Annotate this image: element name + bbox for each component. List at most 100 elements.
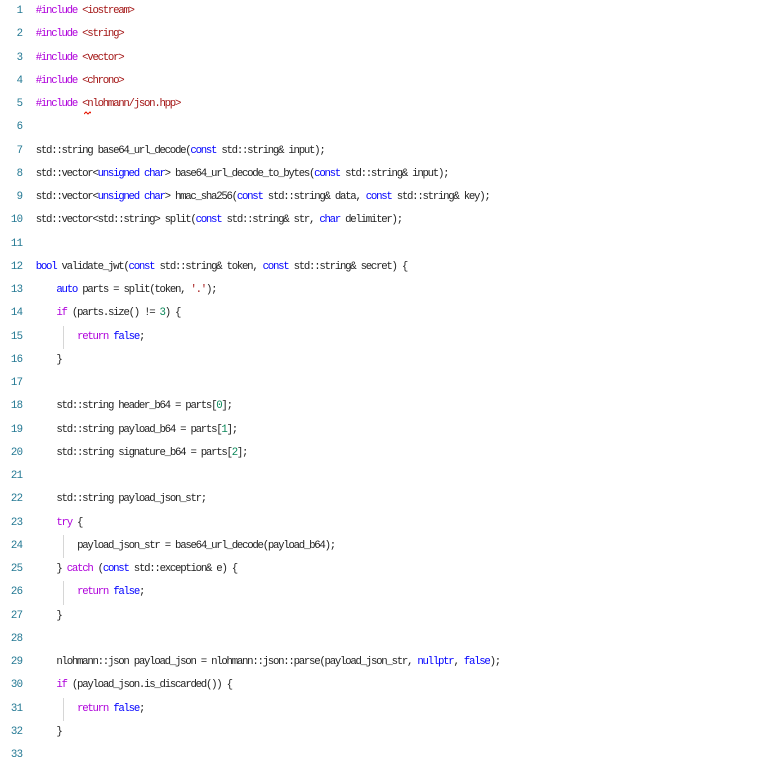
- line-number: 26: [10, 586, 23, 599]
- code-token: <iostream>: [82, 5, 135, 17]
- code-token: std::string& input);: [216, 144, 325, 157]
- code-token: }: [56, 609, 62, 622]
- code-line[interactable]: 30 if (payload_json.is_discarded()) {: [0, 674, 722, 697]
- code-line[interactable]: 10 std::vector<std::string> split(const s…: [0, 209, 722, 232]
- code-line[interactable]: 17: [0, 372, 722, 395]
- code-token: #include: [35, 98, 83, 110]
- line-number: 3: [16, 51, 23, 64]
- code-token: std::string& secret) {: [288, 260, 409, 273]
- code-line[interactable]: 18 std::string header_b64 = parts[0];: [0, 395, 722, 418]
- indent-guide: [63, 534, 64, 558]
- line-number: 12: [10, 260, 23, 273]
- code-token: #include: [35, 5, 83, 17]
- error-squiggle: [84, 111, 91, 115]
- line-number: 11: [10, 237, 23, 250]
- code-token: if: [56, 307, 68, 320]
- code-text: }: [56, 349, 62, 372]
- code-line[interactable]: 15 return false;: [0, 326, 722, 349]
- code-token: false: [113, 702, 140, 715]
- code-line[interactable]: 8 std::vector<unsigned char> base64_url_d…: [0, 163, 722, 186]
- code-token: std::string base64_url_decode(: [35, 144, 192, 157]
- code-token: nlohmann::json payload_json = nlohmann::…: [56, 656, 418, 668]
- code-token: const: [314, 167, 341, 180]
- code-token: );: [489, 656, 502, 668]
- code-token: false: [463, 656, 491, 668]
- code-token: ;: [138, 702, 145, 715]
- code-token: ,: [453, 656, 464, 668]
- code-token: #include: [35, 51, 83, 64]
- line-number: 25: [10, 563, 23, 575]
- code-token: std::vector<std::string> split(: [35, 214, 197, 227]
- code-line[interactable]: 12 bool validate_jwt(const std::string& t…: [0, 256, 722, 279]
- code-token: #include: [35, 28, 83, 41]
- code-line[interactable]: 29 nlohmann::json payload_json = nlohmann…: [0, 651, 722, 674]
- code-line[interactable]: 23 try {: [0, 512, 722, 535]
- code-text: #include <iostream>: [35, 0, 135, 23]
- code-text: std::vector<std::string> split(const std…: [35, 209, 403, 232]
- code-token: (: [92, 563, 104, 575]
- code-token: ];: [221, 400, 233, 413]
- code-line[interactable]: 33: [0, 744, 722, 767]
- code-line[interactable]: 28: [0, 628, 722, 651]
- code-line[interactable]: 5 #include <nlohmann/json.hpp>: [0, 93, 722, 116]
- code-token: <chrono>: [82, 74, 125, 87]
- code-text: std::string payload_json_str;: [56, 488, 207, 511]
- code-text: return false;: [77, 698, 145, 721]
- code-text: if (parts.size() != 3) {: [56, 302, 181, 325]
- code-token: return: [77, 330, 109, 343]
- line-number: 9: [16, 191, 23, 203]
- code-token: const: [128, 260, 156, 273]
- code-token: #include: [35, 74, 83, 87]
- line-number: 8: [16, 167, 23, 180]
- code-line[interactable]: 31 return false;: [0, 698, 722, 721]
- code-line[interactable]: 9 std::vector<unsigned char> hmac_sha256(…: [0, 186, 722, 209]
- code-token: return: [77, 586, 109, 599]
- code-line[interactable]: 7 std::string base64_url_decode(const std…: [0, 140, 722, 163]
- code-token: ;: [138, 586, 145, 599]
- code-line[interactable]: 22 std::string payload_json_str;: [0, 488, 722, 511]
- code-token: std::string header_b64 = parts[: [56, 400, 217, 413]
- code-token: bool: [35, 260, 58, 273]
- indent-guide: [63, 581, 64, 605]
- code-token: <vector>: [82, 51, 125, 64]
- code-line[interactable]: 26 return false;: [0, 581, 722, 604]
- code-line[interactable]: 27}: [0, 605, 722, 628]
- line-number: 17: [10, 377, 23, 389]
- code-line[interactable]: 25} catch (const std::exception& e) {: [0, 558, 722, 581]
- code-line[interactable]: 14 if (parts.size() != 3) {: [0, 302, 722, 325]
- code-token: const: [195, 214, 223, 227]
- code-line[interactable]: 1 #include <iostream>: [0, 0, 722, 23]
- line-number: 28: [10, 632, 23, 645]
- code-token: std::string signature_b64 = parts[: [56, 446, 233, 459]
- code-token: std::string& data,: [262, 191, 366, 203]
- line-number: 5: [16, 98, 23, 110]
- code-line[interactable]: 32}: [0, 721, 722, 744]
- line-number: 6: [16, 121, 23, 134]
- code-line[interactable]: 21: [0, 465, 722, 488]
- code-line[interactable]: 11: [0, 233, 722, 256]
- line-number: 20: [10, 446, 23, 459]
- code-token: payload_json_str = base64_url_decode(pay…: [77, 539, 336, 552]
- code-line[interactable]: 2 #include <string>: [0, 23, 722, 46]
- code-line[interactable]: 6: [0, 116, 722, 139]
- code-text: auto parts = split(token, '.');: [56, 279, 217, 302]
- code-line[interactable]: 3 #include <vector>: [0, 47, 722, 70]
- code-line[interactable]: 16}: [0, 349, 722, 372]
- code-token: {: [71, 516, 83, 529]
- code-token: std::exception& e) {: [128, 563, 238, 575]
- code-token: (parts.size() !=: [66, 307, 160, 320]
- code-line[interactable]: 13 auto parts = split(token, '.');: [0, 279, 722, 302]
- code-editor[interactable]: 1 #include <iostream> 2 #include <string> 3 #…: [0, 0, 768, 768]
- code-text: std::string header_b64 = parts[0];: [56, 395, 233, 418]
- code-token: std::vector<: [35, 191, 99, 203]
- code-text: std::vector<unsigned char> base64_url_de…: [36, 163, 450, 186]
- code-line[interactable]: 24 payload_json_str = base64_url_decode(p…: [0, 535, 722, 558]
- code-token: unsigned char: [97, 167, 166, 180]
- indent-guide: [63, 325, 64, 349]
- code-line[interactable]: 4 #include <chrono>: [0, 70, 722, 93]
- code-token: if: [56, 679, 68, 692]
- code-token: }: [56, 353, 62, 366]
- code-token: > base64_url_decode_to_bytes(: [164, 167, 316, 180]
- code-line[interactable]: 20 std::string signature_b64 = parts[2];: [0, 442, 722, 465]
- code-line[interactable]: 19 std::string payload_b64 = parts[1];: [0, 419, 722, 442]
